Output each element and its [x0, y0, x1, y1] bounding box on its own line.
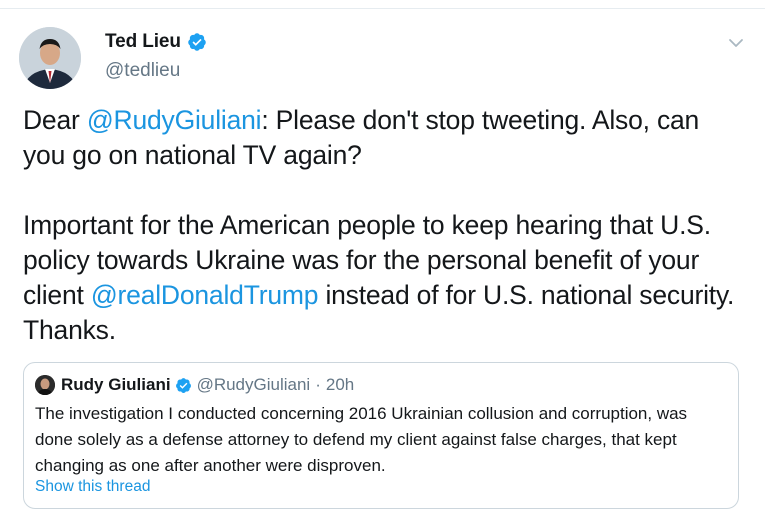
header-separator: ·: [315, 375, 321, 394]
quoted-tweet-header: Rudy Giuliani @RudyGiuliani · 20h: [35, 374, 354, 396]
quoted-author-handle: @RudyGiuliani: [196, 375, 311, 394]
author-display-name[interactable]: Ted Lieu: [105, 31, 181, 53]
verified-badge-icon: [187, 32, 207, 52]
quoted-author-avatar: [35, 375, 55, 395]
tweet-text: Dear @RudyGiuliani: Please don't stop tw…: [23, 103, 748, 348]
quoted-author-name: Rudy Giuliani: [61, 375, 171, 394]
mention-link-realdonaldtrump[interactable]: @realDonaldTrump: [91, 280, 319, 310]
show-thread-link[interactable]: Show this thread: [35, 478, 150, 496]
author-name-row: Ted Lieu: [105, 30, 207, 54]
verified-badge-icon: [175, 377, 192, 394]
quoted-tweet-timestamp[interactable]: 20h: [326, 375, 354, 395]
tweet-paragraph-2: Important for the American people to kee…: [23, 208, 748, 348]
quoted-tweet-card[interactable]: Rudy Giuliani @RudyGiuliani · 20h The in…: [23, 362, 739, 509]
mention-link-rudygiuliani[interactable]: @RudyGiuliani: [87, 105, 262, 135]
text-segment: Dear: [23, 105, 87, 135]
divider: [0, 8, 765, 9]
chevron-down-icon[interactable]: [727, 36, 745, 50]
quoted-tweet-text: The investigation I conducted concerning…: [35, 404, 688, 475]
tweet-paragraph-1: Dear @RudyGiuliani: Please don't stop tw…: [23, 103, 748, 173]
author-handle[interactable]: @tedlieu: [105, 60, 180, 82]
tweet-page: Ted Lieu @tedlieu Dear @RudyGiuliani: Pl…: [0, 0, 765, 516]
author-avatar[interactable]: [19, 27, 81, 89]
